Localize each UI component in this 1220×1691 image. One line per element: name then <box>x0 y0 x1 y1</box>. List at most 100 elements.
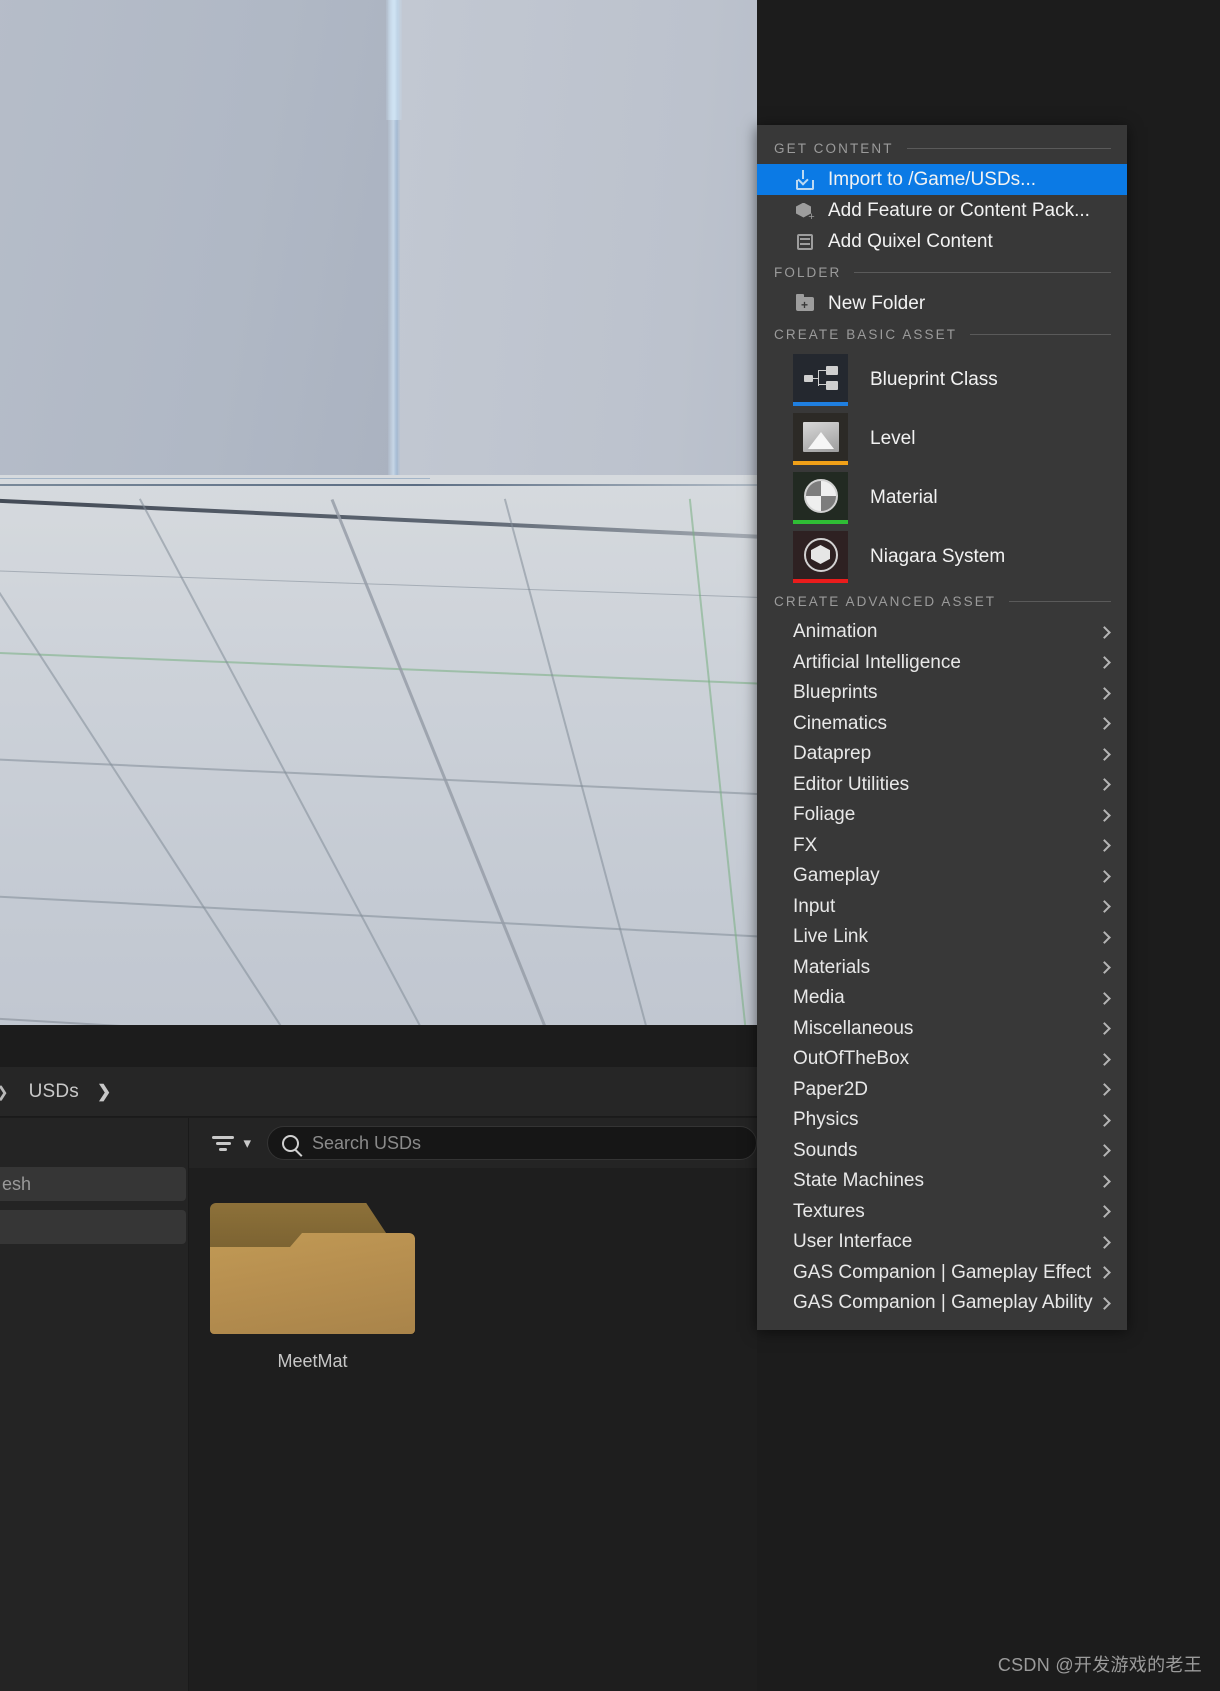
submenu-item[interactable]: Media <box>757 983 1127 1014</box>
submenu-item-label: Artificial Intelligence <box>793 651 961 673</box>
submenu-item[interactable]: Artificial Intelligence <box>757 648 1127 679</box>
chevron-right-icon <box>1098 991 1111 1005</box>
search-input[interactable]: Search USDs <box>266 1126 757 1160</box>
submenu-item[interactable]: Foliage <box>757 800 1127 831</box>
menu-item-label: Import to /Game/USDs... <box>828 168 1036 190</box>
menu-item-label: Add Quixel Content <box>828 230 993 252</box>
submenu-item[interactable]: Gameplay <box>757 861 1127 892</box>
menu-item-label: Blueprint Class <box>870 368 998 390</box>
chevron-down-icon[interactable]: ▾ <box>243 1134 251 1152</box>
add-content-context-menu[interactable]: GET CONTENT Import to /Game/USDs... + Ad… <box>757 125 1127 1330</box>
submenu-item-label: State Machines <box>793 1170 924 1192</box>
folder-icon <box>210 1203 415 1334</box>
menu-item-import[interactable]: Import to /Game/USDs... <box>757 164 1127 195</box>
chevron-right-icon <box>1098 808 1111 822</box>
menu-item-label: Niagara System <box>870 545 1006 567</box>
wall-floor-seam-far <box>0 478 430 479</box>
breadcrumb-item-usds[interactable]: USDs <box>29 1081 79 1103</box>
submenu-item-label: Input <box>793 895 836 917</box>
chevron-right-icon <box>1098 717 1111 731</box>
menu-item-level[interactable]: Level <box>757 409 1127 468</box>
submenu-item-label: Editor Utilities <box>793 773 910 795</box>
submenu-item[interactable]: Dataprep <box>757 739 1127 770</box>
submenu-item-label: Gameplay <box>793 865 880 887</box>
menu-item-label: New Folder <box>828 292 926 314</box>
submenu-item[interactable]: OutOfTheBox <box>757 1044 1127 1075</box>
level-viewport[interactable] <box>0 0 757 1025</box>
chevron-right-icon <box>1098 1174 1111 1188</box>
menu-item-label: Add Feature or Content Pack... <box>828 199 1090 221</box>
chevron-right-icon <box>1098 686 1111 700</box>
submenu-item[interactable]: Physics <box>757 1105 1127 1136</box>
submenu-item-label: Dataprep <box>793 743 872 765</box>
advanced-asset-submenu-list: Animation Artificial Intelligence Blueprin… <box>757 617 1127 1319</box>
submenu-item-label: Media <box>793 987 845 1009</box>
submenu-item[interactable]: Textures <box>757 1197 1127 1228</box>
chevron-right-icon <box>1098 930 1111 944</box>
submenu-item[interactable]: Live Link <box>757 922 1127 953</box>
submenu-item[interactable]: Blueprints <box>757 678 1127 709</box>
submenu-item-label: Animation <box>793 621 878 643</box>
submenu-item[interactable]: Sounds <box>757 1136 1127 1167</box>
blueprint-icon <box>793 353 848 406</box>
content-browser-toolbar: ▾ Search USDs <box>189 1118 757 1168</box>
chevron-right-icon <box>1098 625 1111 639</box>
filter-icon[interactable] <box>211 1133 235 1153</box>
submenu-item[interactable]: User Interface <box>757 1227 1127 1258</box>
submenu-item[interactable]: Materials <box>757 953 1127 984</box>
submenu-item[interactable]: Animation <box>757 617 1127 648</box>
breadcrumb-prev-chevron-icon[interactable]: ❯ <box>0 1083 9 1101</box>
level-icon <box>793 412 848 465</box>
submenu-item[interactable]: Input <box>757 892 1127 923</box>
menu-item-new-folder[interactable]: + New Folder <box>757 288 1127 319</box>
content-browser-asset-view[interactable]: ▾ Search USDs MeetMat <box>189 1118 757 1691</box>
wall-right <box>398 0 757 490</box>
breadcrumb[interactable]: ❯ USDs ❯ <box>0 1067 757 1117</box>
chevron-right-icon <box>1098 961 1111 975</box>
menu-item-add-quixel-content[interactable]: Add Quixel Content <box>757 226 1127 257</box>
section-label: GET CONTENT <box>774 141 894 156</box>
submenu-item[interactable]: Paper2D <box>757 1075 1127 1106</box>
chevron-right-icon <box>1098 900 1111 914</box>
submenu-item-label: Cinematics <box>793 712 887 734</box>
chevron-right-icon <box>1098 869 1111 883</box>
section-label: FOLDER <box>774 265 842 280</box>
content-browser-sources-panel[interactable]: esh <box>0 1118 189 1691</box>
new-folder-icon: + <box>794 293 816 315</box>
chevron-right-icon <box>1098 1113 1111 1127</box>
chevron-right-icon <box>1098 778 1111 792</box>
menu-item-add-feature-pack[interactable]: + Add Feature or Content Pack... <box>757 195 1127 226</box>
chevron-right-icon <box>1098 1235 1111 1249</box>
submenu-item[interactable]: Editor Utilities <box>757 770 1127 801</box>
sources-tree-item-empty[interactable] <box>0 1210 186 1244</box>
submenu-item[interactable]: State Machines <box>757 1166 1127 1197</box>
breadcrumb-chevron-icon[interactable]: ❯ <box>97 1082 111 1102</box>
submenu-item-label: GAS Companion | Gameplay Effect <box>793 1261 1092 1283</box>
section-divider <box>1009 601 1111 602</box>
submenu-item[interactable]: GAS Companion | Gameplay Ability <box>757 1288 1127 1319</box>
quixel-icon <box>794 231 816 253</box>
section-header-create-basic-asset: CREATE BASIC ASSET <box>757 319 1127 350</box>
section-label: CREATE ADVANCED ASSET <box>774 594 997 609</box>
submenu-item-label: Miscellaneous <box>793 1017 914 1039</box>
submenu-item[interactable]: GAS Companion | Gameplay Effect <box>757 1258 1127 1289</box>
menu-item-label: Level <box>870 427 916 449</box>
submenu-item[interactable]: Miscellaneous <box>757 1014 1127 1045</box>
submenu-item[interactable]: FX <box>757 831 1127 862</box>
menu-item-blueprint-class[interactable]: Blueprint Class <box>757 350 1127 409</box>
section-header-get-content: GET CONTENT <box>757 133 1127 164</box>
wall-left <box>0 0 400 490</box>
menu-item-material[interactable]: Material <box>757 468 1127 527</box>
chevron-right-icon <box>1098 747 1111 761</box>
wall-floor-seam <box>0 484 757 486</box>
sources-tree-item[interactable]: esh <box>0 1167 186 1201</box>
chevron-right-icon <box>1098 1052 1111 1066</box>
menu-item-niagara-system[interactable]: Niagara System <box>757 527 1127 586</box>
submenu-item-label: Sounds <box>793 1139 858 1161</box>
submenu-item-label: Paper2D <box>793 1078 868 1100</box>
submenu-item-label: Physics <box>793 1109 859 1131</box>
submenu-item[interactable]: Cinematics <box>757 709 1127 740</box>
asset-tile-meetmat[interactable]: MeetMat <box>210 1203 415 1372</box>
submenu-item-label: Blueprints <box>793 682 878 704</box>
search-icon <box>281 1134 299 1152</box>
